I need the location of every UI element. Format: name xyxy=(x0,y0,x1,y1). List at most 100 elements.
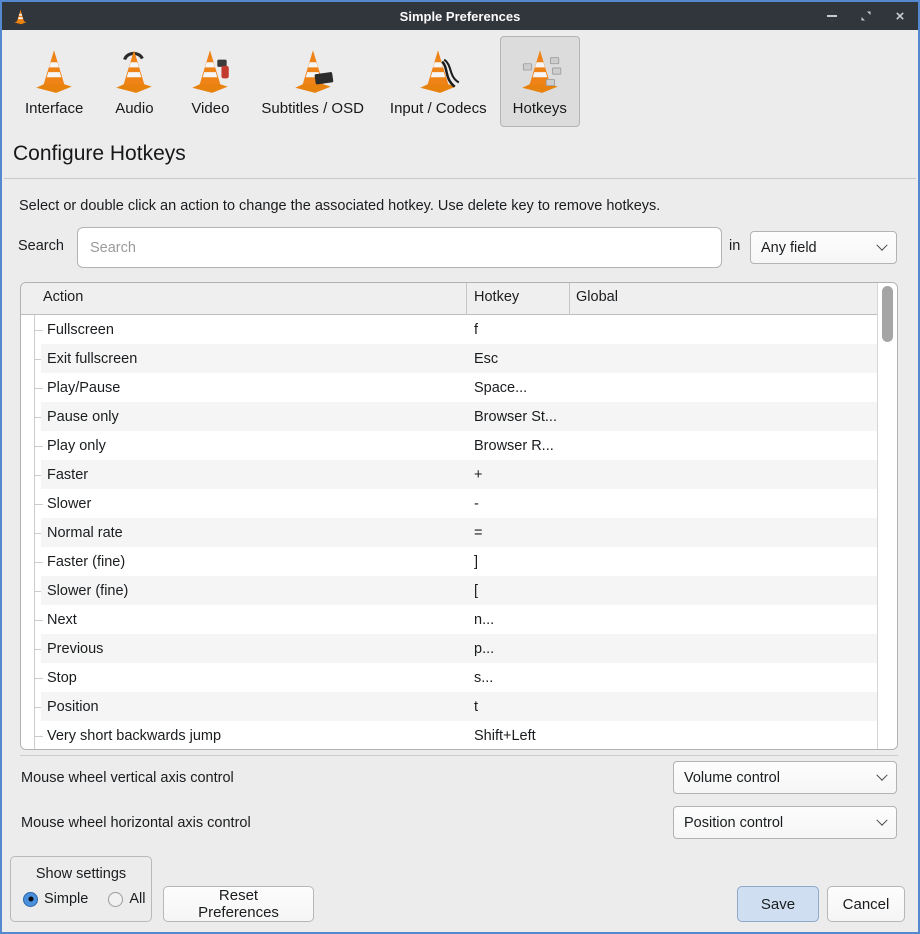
table-row[interactable]: Faster + xyxy=(21,460,877,489)
action-cell: Play/Pause xyxy=(47,380,120,396)
preferences-toolbar: Interface Audio Video Subtitles / OSD xyxy=(12,36,580,127)
mouse-wheel-horizontal-value: Position control xyxy=(684,815,783,831)
search-field-select[interactable]: Any field xyxy=(750,231,897,264)
action-cell: Slower (fine) xyxy=(47,583,128,599)
column-separator[interactable] xyxy=(569,283,570,314)
column-header-hotkey[interactable]: Hotkey xyxy=(474,289,519,305)
close-button[interactable]: × xyxy=(892,8,908,24)
toolbar-item-video[interactable]: Video xyxy=(172,36,248,127)
hotkey-cell: p... xyxy=(474,641,494,657)
toolbar-item-input-codecs[interactable]: Input / Codecs xyxy=(377,36,500,127)
mouse-wheel-horizontal-label: Mouse wheel horizontal axis control xyxy=(21,815,251,831)
table-row[interactable]: Position t xyxy=(21,692,877,721)
cancel-button[interactable]: Cancel xyxy=(827,886,905,922)
chevron-down-icon xyxy=(876,814,887,825)
hotkey-cell: - xyxy=(474,496,479,512)
title-bar[interactable]: Simple Preferences × xyxy=(2,2,918,30)
toolbar-item-label: Hotkeys xyxy=(513,100,567,117)
toolbar-item-hotkeys[interactable]: Hotkeys xyxy=(500,36,580,127)
hotkey-cell: Browser R... xyxy=(474,438,554,454)
toolbar-item-label: Subtitles / OSD xyxy=(261,100,364,117)
tree-branch-icon xyxy=(21,489,41,518)
search-input[interactable] xyxy=(77,227,722,268)
hotkey-cell: [ xyxy=(474,583,478,599)
table-row[interactable]: Faster (fine) ] xyxy=(21,547,877,576)
tree-branch-icon xyxy=(21,576,41,605)
mouse-wheel-vertical-value: Volume control xyxy=(684,770,780,786)
hotkey-cell: + xyxy=(474,467,482,483)
chevron-down-icon xyxy=(876,239,887,250)
table-row[interactable]: Next n... xyxy=(21,605,877,634)
hotkey-cell: ] xyxy=(474,554,478,570)
maximize-button[interactable] xyxy=(858,8,874,24)
table-row[interactable]: Slower (fine) [ xyxy=(21,576,877,605)
action-cell: Faster (fine) xyxy=(47,554,125,570)
minimize-button[interactable] xyxy=(824,8,840,24)
all-radio-label[interactable]: All xyxy=(129,891,145,907)
action-cell: Exit fullscreen xyxy=(47,351,137,367)
hotkey-cell: Esc xyxy=(474,351,498,367)
toolbar-item-label: Audio xyxy=(115,100,153,117)
mouse-wheel-vertical-select[interactable]: Volume control xyxy=(673,761,897,794)
tree-branch-icon xyxy=(21,634,41,663)
tree-branch-icon xyxy=(21,431,41,460)
toolbar-item-label: Input / Codecs xyxy=(390,100,487,117)
tree-branch-icon xyxy=(21,721,41,749)
table-row[interactable]: Pause only Browser St... xyxy=(21,402,877,431)
tree-branch-icon xyxy=(21,373,41,402)
tree-branch-icon xyxy=(21,402,41,431)
hotkeys-description: Select or double click an action to chan… xyxy=(19,198,660,214)
vertical-scrollbar[interactable] xyxy=(877,283,897,749)
action-cell: Faster xyxy=(47,467,88,483)
table-row[interactable]: Normal rate = xyxy=(21,518,877,547)
toolbar-item-interface[interactable]: Interface xyxy=(12,36,96,127)
toolbar-item-audio[interactable]: Audio xyxy=(96,36,172,127)
table-body: Fullscreen f Exit fullscreen Esc Play/Pa… xyxy=(21,315,877,749)
scrollbar-thumb[interactable] xyxy=(882,286,893,342)
video-cone-icon xyxy=(185,45,235,95)
action-cell: Pause only xyxy=(47,409,119,425)
search-label: Search xyxy=(18,238,64,254)
all-radio[interactable] xyxy=(108,892,123,907)
table-row[interactable]: Slower - xyxy=(21,489,877,518)
hotkey-cell: Browser St... xyxy=(474,409,557,425)
action-cell: Position xyxy=(47,699,99,715)
simple-radio-label[interactable]: Simple xyxy=(44,891,88,907)
show-settings-group: Show settings Simple All xyxy=(10,856,152,922)
mouse-wheel-vertical-label: Mouse wheel vertical axis control xyxy=(21,770,234,786)
table-header[interactable]: Action Hotkey Global xyxy=(21,283,877,315)
mouse-wheel-horizontal-select[interactable]: Position control xyxy=(673,806,897,839)
column-header-action[interactable]: Action xyxy=(43,289,83,305)
action-cell: Stop xyxy=(47,670,77,686)
toolbar-item-label: Video xyxy=(191,100,229,117)
tree-branch-icon xyxy=(21,605,41,634)
chevron-down-icon xyxy=(876,769,887,780)
input-codecs-cone-icon xyxy=(413,45,463,95)
window-title: Simple Preferences xyxy=(2,9,918,24)
table-row[interactable]: Previous p... xyxy=(21,634,877,663)
column-separator[interactable] xyxy=(466,283,467,314)
tree-branch-icon xyxy=(21,663,41,692)
divider xyxy=(20,755,898,756)
table-row[interactable]: Fullscreen f xyxy=(21,315,877,344)
table-row[interactable]: Stop s... xyxy=(21,663,877,692)
maximize-icon xyxy=(860,10,872,22)
table-row[interactable]: Very short backwards jump Shift+Left xyxy=(21,721,877,749)
table-row[interactable]: Exit fullscreen Esc xyxy=(21,344,877,373)
action-cell: Play only xyxy=(47,438,106,454)
toolbar-item-subtitles-osd[interactable]: Subtitles / OSD xyxy=(248,36,377,127)
table-row[interactable]: Play only Browser R... xyxy=(21,431,877,460)
save-button[interactable]: Save xyxy=(737,886,819,922)
table-row[interactable]: Play/Pause Space... xyxy=(21,373,877,402)
tree-branch-icon xyxy=(21,315,41,344)
search-row: Search in Any field xyxy=(2,227,918,269)
reset-preferences-button[interactable]: Reset Preferences xyxy=(163,886,314,922)
action-cell: Next xyxy=(47,612,77,628)
hotkey-cell: s... xyxy=(474,670,493,686)
column-header-global[interactable]: Global xyxy=(576,289,618,305)
tree-branch-icon xyxy=(21,460,41,489)
hotkeys-cone-icon xyxy=(515,45,565,95)
hotkey-cell: = xyxy=(474,525,482,541)
divider xyxy=(4,178,916,179)
simple-radio[interactable] xyxy=(23,892,38,907)
